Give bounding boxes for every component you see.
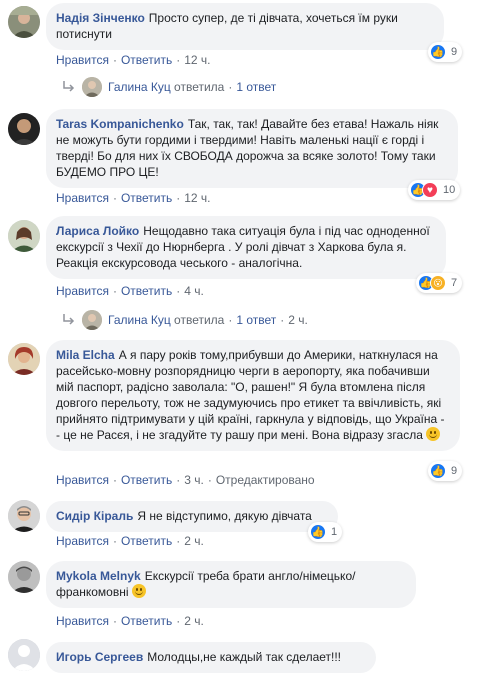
like-link[interactable]: Нравится (56, 534, 109, 548)
reaction-count: 1 (331, 526, 338, 538)
comment-bubble: Лариса Лойко Нещодавно така ситуація була… (46, 216, 446, 279)
reply-link[interactable]: Ответить (121, 284, 172, 298)
like-reaction-icon: 👍 (430, 463, 446, 479)
reply-time: 2 ч. (288, 313, 308, 327)
avatar[interactable] (8, 561, 40, 593)
reply-count: 1 ответ (236, 313, 277, 327)
reply-avatar (82, 77, 102, 97)
comment-time[interactable]: 2 ч. (184, 534, 204, 548)
comment-actions: Нравится · Ответить · 12 ч. (56, 53, 211, 67)
comment-time[interactable]: 12 ч. (184, 191, 210, 205)
avatar[interactable] (8, 343, 40, 375)
reply-arrow-icon (63, 81, 75, 92)
reaction-summary[interactable]: 👍 1 (308, 522, 343, 542)
reaction-summary[interactable]: 👍 9 (428, 42, 463, 62)
reaction-count: 9 (451, 46, 458, 58)
comment-author[interactable]: Mykola Melnyk (56, 569, 141, 583)
reply-arrow-icon (63, 314, 75, 325)
like-link[interactable]: Нравится (56, 473, 109, 487)
smile-emoji-icon (426, 427, 441, 441)
like-link[interactable]: Нравится (56, 284, 109, 298)
comment-author[interactable]: Лариса Лойко (56, 224, 139, 238)
avatar[interactable] (8, 639, 40, 671)
reply-author: Галина Куц (108, 313, 171, 327)
edited-label: Отредактировано (215, 473, 315, 487)
comment-bubble: Надія Зінченко Просто супер, де ті дівчат… (46, 3, 444, 50)
like-link[interactable]: Нравится (56, 191, 109, 205)
comment-actions: Нравится · Ответить · 12 ч. (56, 191, 211, 205)
comment-bubble: Mykola Melnyk Екскурсії треба брати англо… (46, 561, 416, 608)
avatar[interactable] (8, 220, 40, 252)
avatar[interactable] (8, 6, 40, 38)
comment-actions: Нравится · Ответить · 2 ч. (56, 534, 204, 548)
comment-bubble: Mila Elcha А я пару років тому,прибувши д… (46, 340, 460, 451)
avatar[interactable] (8, 113, 40, 145)
comment-time[interactable]: 2 ч. (184, 614, 204, 628)
reply-count: 1 ответ (236, 80, 277, 94)
reaction-count: 9 (451, 465, 458, 477)
reaction-count: 10 (443, 184, 456, 196)
reaction-summary[interactable]: 👍 ♥ 10 (408, 180, 461, 200)
like-link[interactable]: Нравится (56, 53, 109, 67)
comment-author[interactable]: Mila Elcha (56, 348, 115, 362)
comment-bubble: Сидір Кіраль Я не відступимо, дякую дівча… (46, 501, 338, 532)
comment-text: А я пару років тому,прибувши до Америки,… (56, 348, 445, 442)
like-link[interactable]: Нравится (56, 614, 109, 628)
reply-link[interactable]: Ответить (121, 53, 172, 67)
comment-text: Я не відступимо, дякую дівчата (137, 509, 312, 523)
reaction-count: 7 (451, 277, 458, 289)
reply-link[interactable]: Ответить (121, 473, 172, 487)
reaction-summary[interactable]: 👍 9 (428, 461, 463, 481)
comment-author[interactable]: Игорь Сергеев (56, 650, 143, 664)
like-reaction-icon: 👍 (430, 44, 446, 60)
replies-link[interactable]: Галина Куц ответила · 1 ответ · 2 ч. (60, 310, 308, 330)
comment-actions: Нравится · Ответить · 4 ч. (56, 284, 204, 298)
comment-bubble: Игорь Сергеев Молодцы,не каждый так сдела… (46, 642, 376, 673)
smile-emoji-icon (131, 584, 146, 598)
reply-link[interactable]: Ответить (121, 534, 172, 548)
reply-author: Галина Куц (108, 80, 171, 94)
love-reaction-icon: ♥ (422, 182, 438, 198)
comment-author[interactable]: Надія Зінченко (56, 11, 145, 25)
comment-text: Молодцы,не каждый так сделает!!! (147, 650, 342, 664)
avatar[interactable] (8, 500, 40, 532)
comment-actions: Нравится · Ответить · 2 ч. (56, 614, 204, 628)
comment-time[interactable]: 4 ч. (184, 284, 204, 298)
comment-bubble: Taras Kompanichenko Так, так, так! Давайт… (46, 109, 458, 188)
like-reaction-icon: 👍 (310, 524, 326, 540)
reaction-summary[interactable]: 👍 😮 7 (416, 273, 463, 293)
comment-time[interactable]: 3 ч. (184, 473, 204, 487)
comment-author[interactable]: Taras Kompanichenko (56, 117, 184, 131)
comment-actions: Нравится · Ответить · 3 ч. · Отредактировано (56, 473, 315, 487)
replies-link[interactable]: Галина Куц ответила · 1 ответ (60, 77, 276, 97)
comment-time[interactable]: 12 ч. (184, 53, 210, 67)
comment-author[interactable]: Сидір Кіраль (56, 509, 133, 523)
reply-link[interactable]: Ответить (121, 191, 172, 205)
reply-avatar (82, 310, 102, 330)
wow-reaction-icon: 😮 (430, 275, 446, 291)
reply-link[interactable]: Ответить (121, 614, 172, 628)
